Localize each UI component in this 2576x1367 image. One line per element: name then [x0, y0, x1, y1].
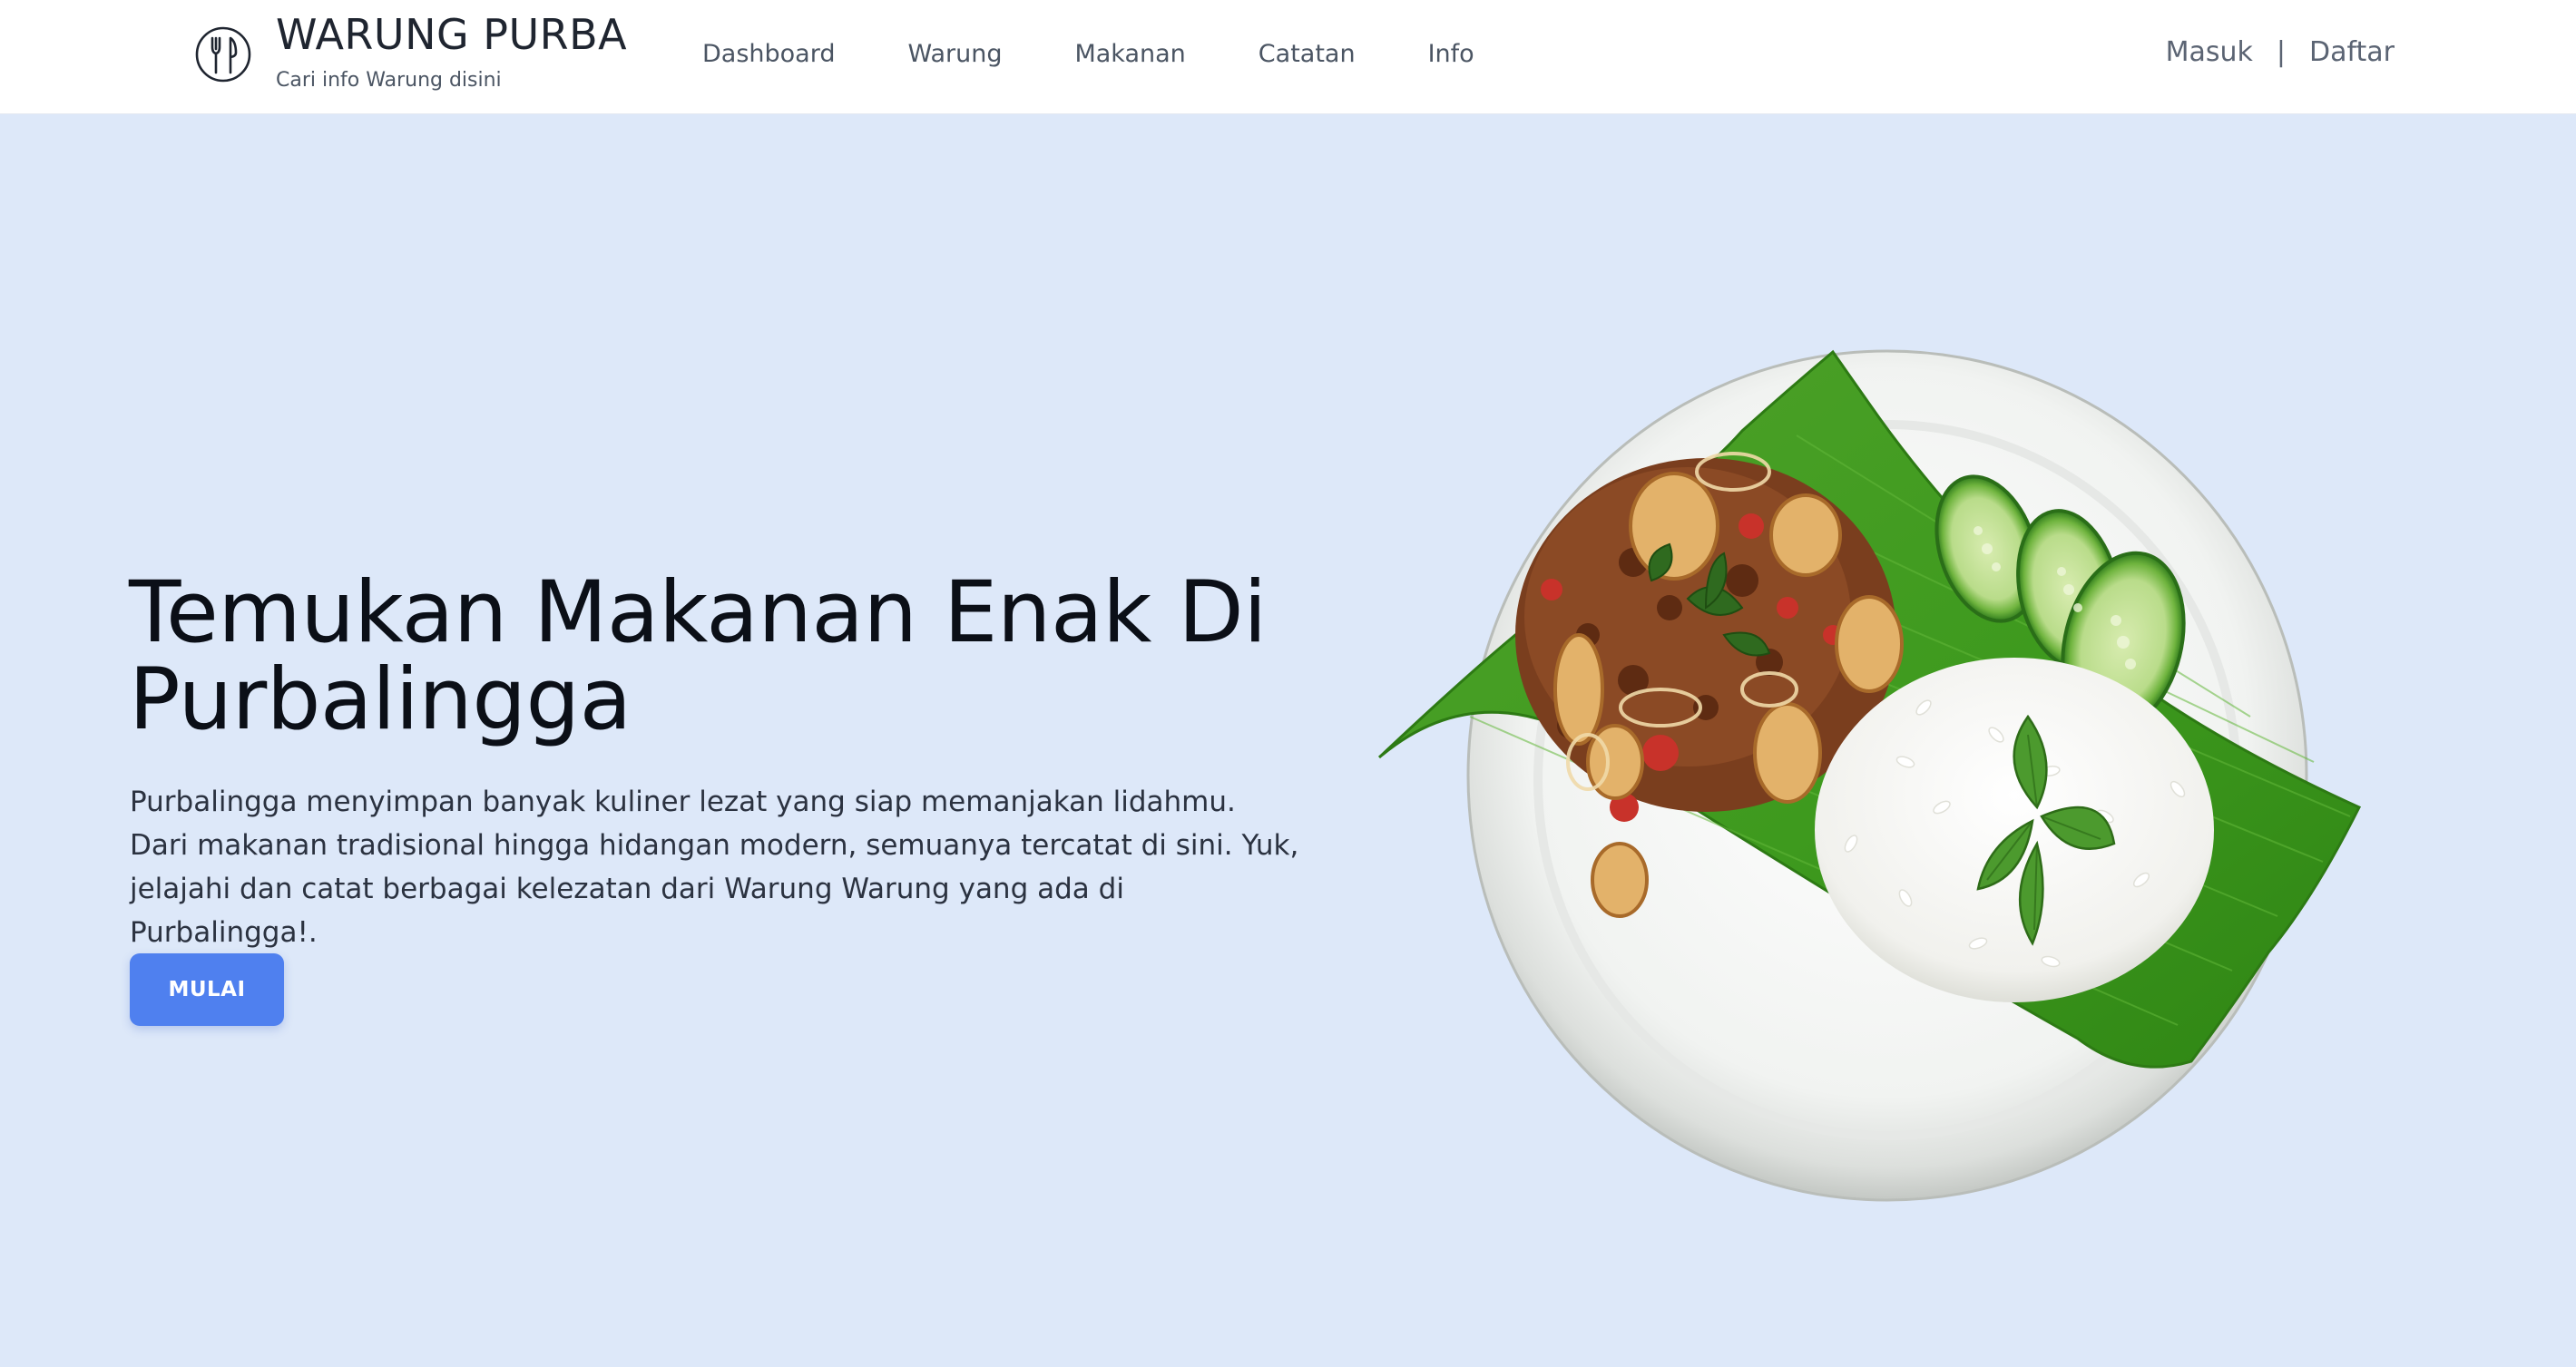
login-link[interactable]: Masuk	[2166, 36, 2253, 68]
nav-item-info[interactable]: Info	[1428, 40, 1474, 68]
register-link[interactable]: Daftar	[2309, 36, 2395, 68]
nav-item-catatan[interactable]: Catatan	[1259, 40, 1356, 68]
food-plate-illustration	[1377, 349, 2362, 1202]
nav-item-dashboard[interactable]: Dashboard	[702, 40, 835, 68]
auth-separator: |	[2276, 36, 2286, 68]
hero-title: Temukan Makanan Enak Di Purbalingga	[129, 563, 1267, 749]
brand-title: WARUNG PURBA	[276, 10, 628, 59]
main-nav: Dashboard Warung Makanan Catatan Info	[702, 40, 1474, 68]
fork-knife-icon	[195, 26, 251, 83]
top-navbar: WARUNG PURBA Cari info Warung disini Das…	[0, 0, 2576, 114]
nav-item-makanan[interactable]: Makanan	[1074, 40, 1185, 68]
brand-subtitle: Cari info Warung disini	[276, 69, 502, 92]
start-button[interactable]: MULAI	[130, 953, 284, 1026]
nav-item-warung[interactable]: Warung	[907, 40, 1002, 68]
auth-links: Masuk | Daftar	[2166, 36, 2395, 68]
hero-description: Purbalingga menyimpan banyak kuliner lez…	[130, 786, 1299, 949]
brand[interactable]: WARUNG PURBA Cari info Warung disini	[194, 7, 627, 94]
